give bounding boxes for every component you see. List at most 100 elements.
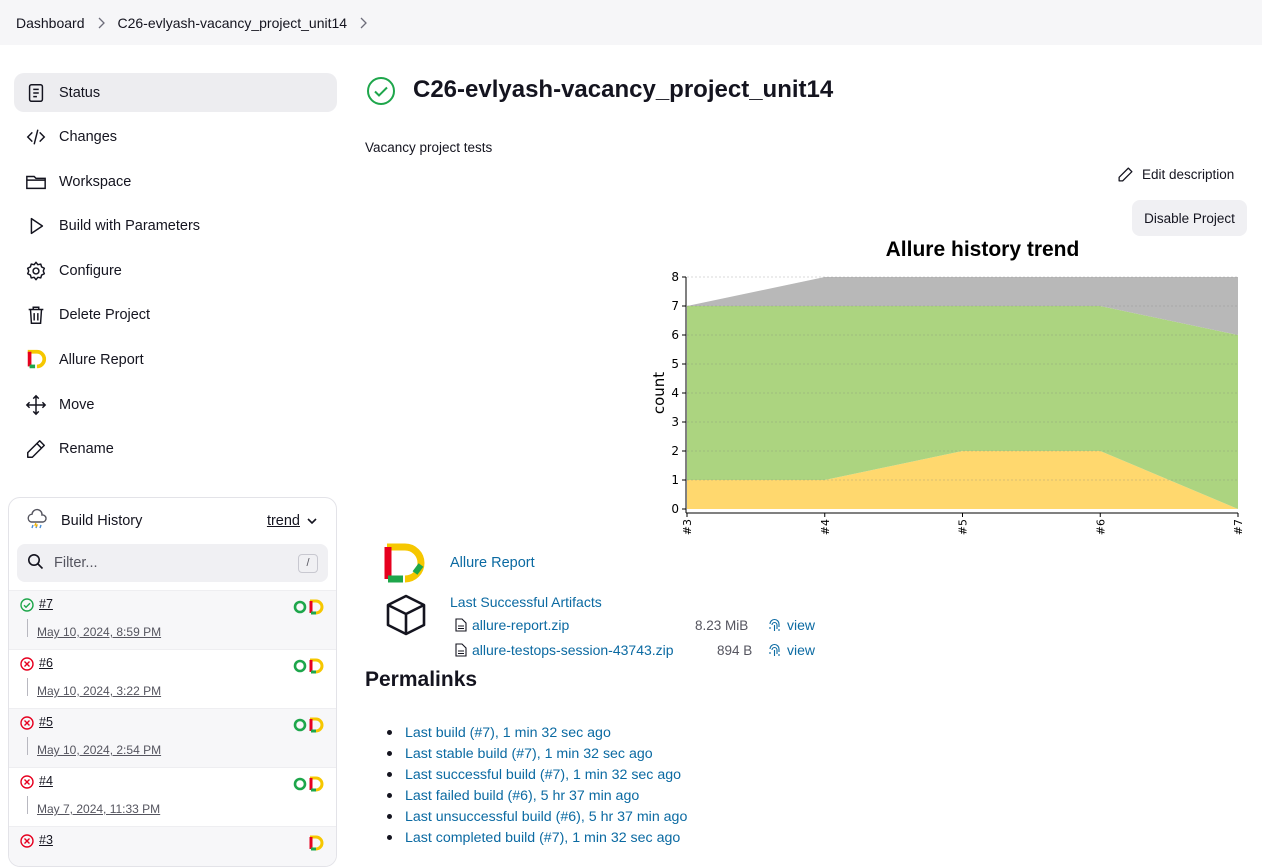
sidebar-item-changes[interactable]: Changes (14, 118, 337, 157)
sidebar-item-status[interactable]: Status (14, 73, 337, 112)
build-row[interactable]: #3 (9, 826, 336, 866)
x-tick-label: #4 (819, 519, 832, 535)
y-tick-label: 5 (671, 357, 679, 371)
allure-logo-icon (309, 658, 324, 674)
failed-icon (20, 775, 34, 789)
failed-icon (20, 834, 34, 848)
y-tick-label: 1 (671, 473, 679, 487)
disable-project-button[interactable]: Disable Project (1132, 200, 1247, 236)
build-badges (293, 599, 324, 615)
y-tick-label: 2 (671, 444, 679, 458)
build-date[interactable]: May 10, 2024, 3:22 PM (37, 684, 161, 698)
chart-title: Allure history trend (886, 238, 1080, 261)
pencil-icon (24, 437, 48, 461)
success-icon (367, 77, 395, 105)
timeline-line (27, 678, 28, 696)
build-badges (293, 717, 324, 733)
build-number-link[interactable]: #5 (39, 715, 53, 729)
permalink-last-completed-build[interactable]: Last completed build (#7), 1 min 32 sec … (405, 830, 680, 846)
timeline-line (27, 737, 28, 755)
list-item: Last completed build (#7), 1 min 32 sec … (387, 827, 687, 848)
build-badges (308, 835, 324, 851)
artifact-name-link[interactable]: allure-testops-session-43743.zip (472, 642, 674, 658)
sidebar-item-label: Status (59, 84, 101, 101)
trash-icon (24, 303, 48, 327)
testops-icon (293, 659, 307, 673)
x-tick-label: #6 (1094, 519, 1107, 535)
chevron-right-icon[interactable] (359, 17, 368, 29)
chevron-right-icon (97, 17, 106, 29)
trend-link[interactable]: trend (267, 513, 300, 529)
build-row[interactable]: #7 May 10, 2024, 8:59 PM (9, 590, 336, 649)
breadcrumb-dashboard[interactable]: Dashboard (16, 15, 85, 31)
chevron-down-icon[interactable] (306, 515, 318, 527)
build-badges (293, 776, 324, 792)
y-tick-label: 3 (671, 415, 679, 429)
build-number-link[interactable]: #4 (39, 774, 53, 788)
failed-icon (20, 657, 34, 671)
list-item: Last build (#7), 1 min 32 sec ago (387, 722, 687, 743)
sidebar-item-configure[interactable]: Configure (14, 251, 337, 290)
move-icon (24, 393, 48, 417)
allure-logo-icon (309, 717, 324, 733)
list-item: Last unsuccessful build (#6), 5 hr 37 mi… (387, 806, 687, 827)
build-badges (293, 658, 324, 674)
sidebar-item-move[interactable]: Move (14, 385, 337, 424)
build-date[interactable]: May 10, 2024, 8:59 PM (37, 625, 161, 639)
build-row[interactable]: #5 May 10, 2024, 2:54 PM (9, 708, 336, 767)
artifact-size: 8.23 MiB (695, 618, 749, 633)
package-icon (386, 594, 426, 636)
x-tick-label: #7 (1232, 519, 1245, 535)
sidebar-item-label: Move (59, 396, 95, 413)
allure-report-link[interactable]: Allure Report (450, 555, 535, 571)
folder-icon (24, 170, 48, 194)
page-title: C26-evlyash-vacancy_project_unit14 (413, 76, 834, 103)
artifact-name-link[interactable]: allure-report.zip (472, 617, 569, 633)
failed-icon (20, 716, 34, 730)
sidebar: Status Changes Workspace Build with Para… (14, 73, 337, 474)
permalink-last-stable-build[interactable]: Last stable build (#7), 1 min 32 sec ago (405, 746, 653, 762)
build-date[interactable]: May 7, 2024, 11:33 PM (37, 802, 160, 816)
filter-box: / (17, 544, 328, 582)
y-tick-label: 4 (671, 386, 679, 400)
build-number-link[interactable]: #3 (39, 833, 53, 847)
build-row[interactable]: #6 May 10, 2024, 3:22 PM (9, 649, 336, 708)
testops-icon (293, 718, 307, 732)
sidebar-item-rename[interactable]: Rename (14, 430, 337, 469)
file-icon (455, 643, 467, 657)
last-successful-artifacts-link[interactable]: Last Successful Artifacts (450, 594, 602, 610)
build-history-panel: Build History trend / #7 May 10, 2024, 8… (8, 497, 337, 867)
allure-trend-chart-svg: Allure history trend 0 1 2 3 4 5 6 7 8 #3 #4 #5 #6 #7 c… (650, 238, 1245, 535)
breadcrumb-project[interactable]: C26-evlyash-vacancy_project_unit14 (118, 15, 348, 31)
build-row[interactable]: #4 May 7, 2024, 11:33 PM (9, 767, 336, 826)
gear-icon (24, 259, 48, 283)
sidebar-item-label: Allure Report (59, 352, 144, 369)
search-icon (27, 553, 44, 573)
sidebar-item-workspace[interactable]: Workspace (14, 162, 337, 201)
artifact-view-link[interactable]: view (768, 642, 815, 658)
timeline-line (27, 796, 28, 814)
sidebar-item-build-with-parameters[interactable]: Build with Parameters (14, 207, 337, 246)
allure-logo-icon (384, 543, 425, 583)
sidebar-item-allure-report[interactable]: Allure Report (14, 341, 337, 380)
breadcrumb: Dashboard C26-evlyash-vacancy_project_un… (0, 0, 1262, 45)
weather-icon (25, 508, 49, 535)
build-number-link[interactable]: #7 (39, 597, 53, 611)
filter-input[interactable] (54, 555, 298, 571)
sidebar-item-delete-project[interactable]: Delete Project (14, 296, 337, 335)
permalinks-heading: Permalinks (365, 668, 478, 691)
permalink-last-unsuccessful-build[interactable]: Last unsuccessful build (#6), 5 hr 37 mi… (405, 809, 687, 825)
build-date[interactable]: May 10, 2024, 2:54 PM (37, 743, 161, 757)
build-number-link[interactable]: #6 (39, 656, 53, 670)
permalink-last-successful-build[interactable]: Last successful build (#7), 1 min 32 sec… (405, 767, 681, 783)
sidebar-item-label: Workspace (59, 173, 132, 190)
edit-description-button[interactable]: Edit description (1117, 166, 1234, 183)
y-tick-label: 0 (671, 502, 679, 516)
sidebar-item-label: Configure (59, 262, 122, 279)
x-tick-label: #3 (681, 519, 694, 535)
permalink-last-failed-build[interactable]: Last failed build (#6), 5 hr 37 min ago (405, 788, 639, 804)
document-icon (24, 81, 48, 105)
artifact-view-link[interactable]: view (768, 617, 815, 633)
permalink-last-build[interactable]: Last build (#7), 1 min 32 sec ago (405, 725, 611, 741)
allure-logo-icon (309, 599, 324, 615)
